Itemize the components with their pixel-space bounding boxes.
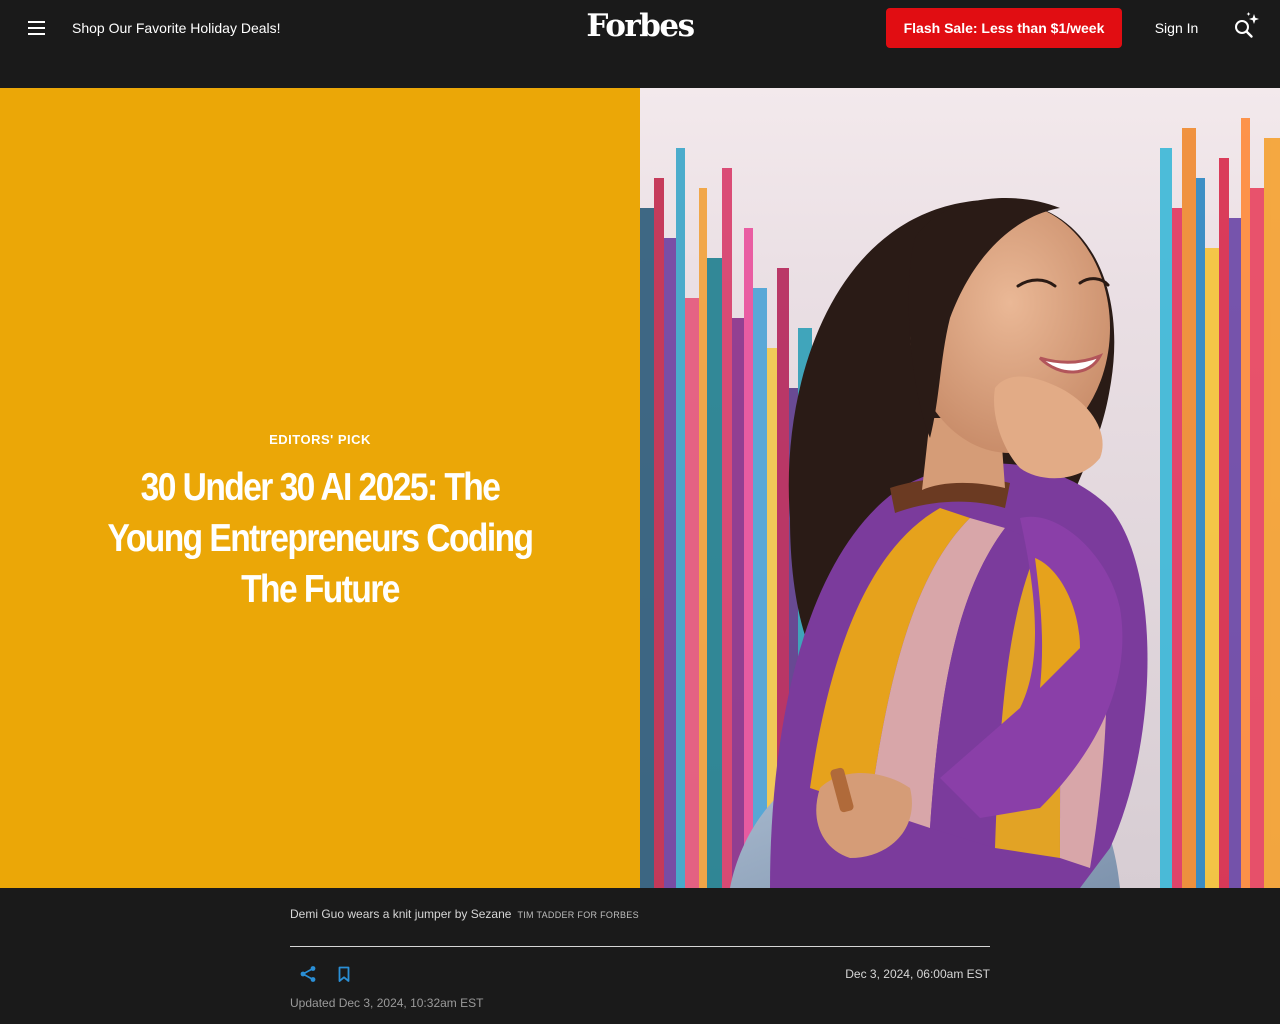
search-sparkle-icon[interactable] (1230, 12, 1262, 44)
divider (290, 946, 990, 947)
article-headline: 30 Under 30 AI 2025: The Young Entrepren… (107, 466, 535, 611)
published-date: Dec 3, 2024, 06:00am EST (845, 967, 990, 981)
holiday-deals-link[interactable]: Shop Our Favorite Holiday Deals! (72, 19, 281, 37)
bookmark-icon[interactable] (334, 964, 354, 984)
hero-photo (640, 88, 1280, 888)
hero-title-panel: EDITORS' PICK 30 Under 30 AI 2025: The Y… (0, 88, 640, 888)
share-icon[interactable] (298, 964, 318, 984)
photo-credit: TIM TADDER FOR FORBES (517, 910, 639, 920)
portrait-illustration (640, 88, 1280, 888)
caption-text: Demi Guo wears a knit jumper by Sezane (290, 907, 512, 921)
flash-sale-button[interactable]: Flash Sale: Less than $1/week (886, 8, 1122, 48)
hamburger-menu-icon[interactable] (20, 12, 52, 44)
forbes-logo[interactable]: Forbes (540, 4, 740, 48)
sign-in-button[interactable]: Sign In (1145, 19, 1208, 37)
updated-date: Updated Dec 3, 2024, 10:32am EST (290, 996, 484, 1010)
editors-pick-label: EDITORS' PICK (269, 432, 371, 447)
hero-section: EDITORS' PICK 30 Under 30 AI 2025: The Y… (0, 88, 1280, 888)
photo-caption: Demi Guo wears a knit jumper by Sezane TI… (290, 906, 990, 923)
site-header: Shop Our Favorite Holiday Deals! Forbes … (0, 0, 1280, 88)
